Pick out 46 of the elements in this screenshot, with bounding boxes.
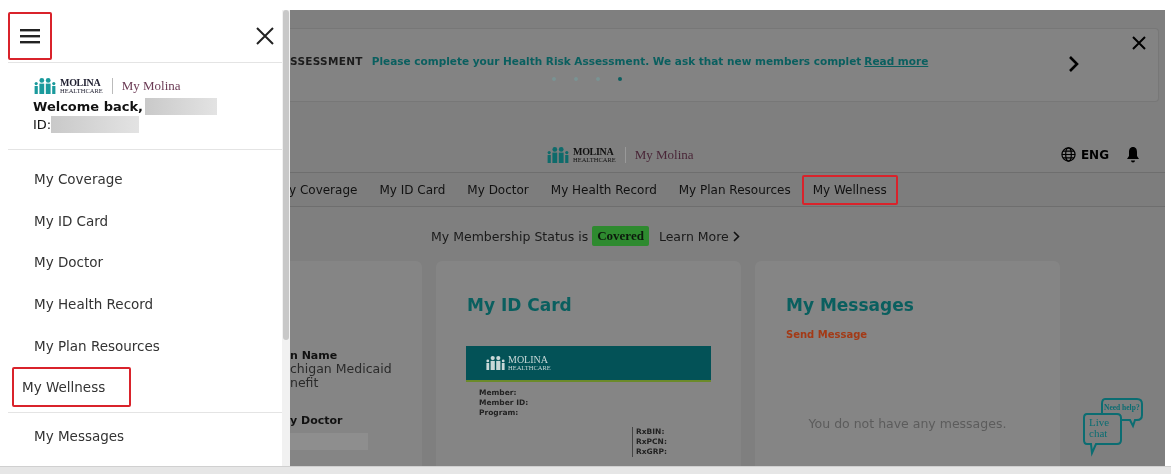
drawer-menu-item[interactable]: My Health Record xyxy=(8,283,164,324)
people-logo-icon xyxy=(546,147,570,163)
close-icon[interactable] xyxy=(256,27,274,45)
field-value: chigan Medicaid xyxy=(290,362,393,376)
carousel-dot[interactable] xyxy=(618,77,622,81)
nav-tab[interactable]: y Coverage xyxy=(290,174,369,205)
product-name: My Molina xyxy=(634,147,694,163)
card-title: My ID Card xyxy=(467,295,573,315)
scrollbar[interactable] xyxy=(0,466,1171,474)
drawer-menu-item[interactable]: My ID Card xyxy=(8,200,119,241)
scrollbar[interactable] xyxy=(282,10,290,466)
language-selector[interactable]: ENG xyxy=(1080,147,1109,162)
drawer-menu-item[interactable]: My Plan Resources xyxy=(8,325,170,366)
menu-icon xyxy=(20,28,40,44)
drawer-menu-item[interactable]: My Doctor xyxy=(8,242,114,283)
chevron-right-icon[interactable] xyxy=(1068,55,1080,73)
people-logo-icon xyxy=(485,356,506,370)
banner-title: SSESSMENT xyxy=(290,55,363,67)
banner-message: Please complete your Health Risk Assessment. We ask that new members complet xyxy=(371,55,862,67)
field-label: n Name xyxy=(290,349,339,362)
drawer-menu-item[interactable]: My Messages xyxy=(8,415,135,456)
card-title: My Messages xyxy=(786,295,915,315)
welcome-text: Welcome back, xyxy=(33,99,144,114)
field-value: nefit xyxy=(290,376,319,390)
chevron-right-icon[interactable] xyxy=(732,230,740,242)
logo-wordmark: MOLINA xyxy=(508,354,549,365)
globe-icon[interactable] xyxy=(1060,147,1076,162)
drawer-menu-item[interactable]: My Wellness xyxy=(12,367,132,408)
nav-tab[interactable]: My Plan Resources xyxy=(667,174,802,205)
menu-button[interactable] xyxy=(8,12,52,60)
people-logo-icon xyxy=(33,78,57,94)
bell-icon[interactable] xyxy=(1126,146,1140,163)
nav-tab[interactable]: My Doctor xyxy=(456,174,540,205)
learn-more-link[interactable]: Learn More xyxy=(658,228,729,244)
status-badge: Covered xyxy=(592,226,649,246)
field-label: y Doctor xyxy=(290,414,344,427)
drawer-menu-item[interactable]: My Coverage xyxy=(8,158,133,199)
logo-wordmark: MOLINA xyxy=(573,146,615,157)
nav-tab[interactable]: My Wellness xyxy=(801,174,898,205)
chat-label: Live chat xyxy=(1089,417,1111,439)
logo-wordmark: MOLINA xyxy=(60,77,102,88)
id-label: ID: xyxy=(33,117,52,132)
product-name: My Molina xyxy=(121,78,181,94)
nav-tab[interactable]: My Health Record xyxy=(539,174,668,205)
membership-status-text: My Membership Status is xyxy=(431,228,589,244)
nav-tab[interactable]: My ID Card xyxy=(368,174,457,205)
